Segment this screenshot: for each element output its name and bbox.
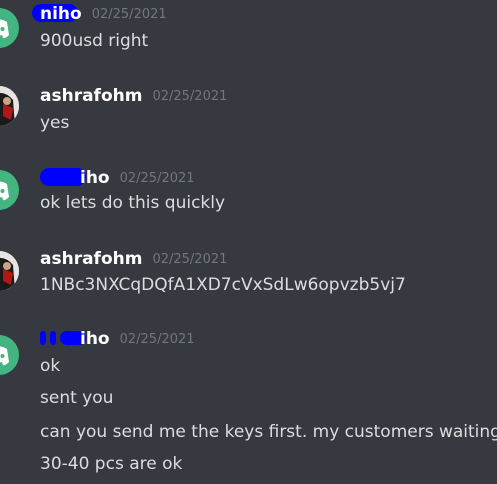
discord-logo-icon <box>0 346 9 366</box>
discord-logo-icon <box>0 181 9 201</box>
user-photo-icon <box>0 251 19 291</box>
timestamp: 02/25/2021 <box>91 7 167 22</box>
timestamp: 02/25/2021 <box>152 89 228 104</box>
avatar[interactable] <box>0 8 19 48</box>
message-text: ok lets do this quickly <box>40 193 226 213</box>
username[interactable]: iho <box>40 329 110 349</box>
username[interactable]: ashrafohm <box>40 86 142 106</box>
message-text: 1NBc3NXCqDQfA1XD7cVxSdLw6opvzb5vj7 <box>40 275 406 295</box>
timestamp: 02/25/2021 <box>152 252 228 267</box>
discord-logo-icon <box>0 19 9 39</box>
user-photo-icon <box>0 86 19 126</box>
avatar[interactable] <box>0 86 19 126</box>
avatar[interactable] <box>0 335 19 375</box>
message-text: can you send me the keys first. my custo… <box>40 422 497 442</box>
redaction-mark <box>50 331 56 345</box>
username[interactable]: ashrafohm <box>40 249 142 269</box>
message-text: 900usd right <box>40 31 149 51</box>
message-text: 30-40 pcs are ok <box>40 454 183 474</box>
timestamp: 02/25/2021 <box>119 171 195 186</box>
message-text: yes <box>40 113 70 133</box>
message-text: ok <box>40 356 61 376</box>
username[interactable]: iho <box>40 168 110 188</box>
avatar[interactable] <box>0 170 19 210</box>
avatar[interactable] <box>0 251 19 291</box>
redaction-mark <box>40 331 46 345</box>
message-text: sent you <box>40 388 114 408</box>
timestamp: 02/25/2021 <box>119 332 195 347</box>
username[interactable]: niho <box>32 4 82 24</box>
